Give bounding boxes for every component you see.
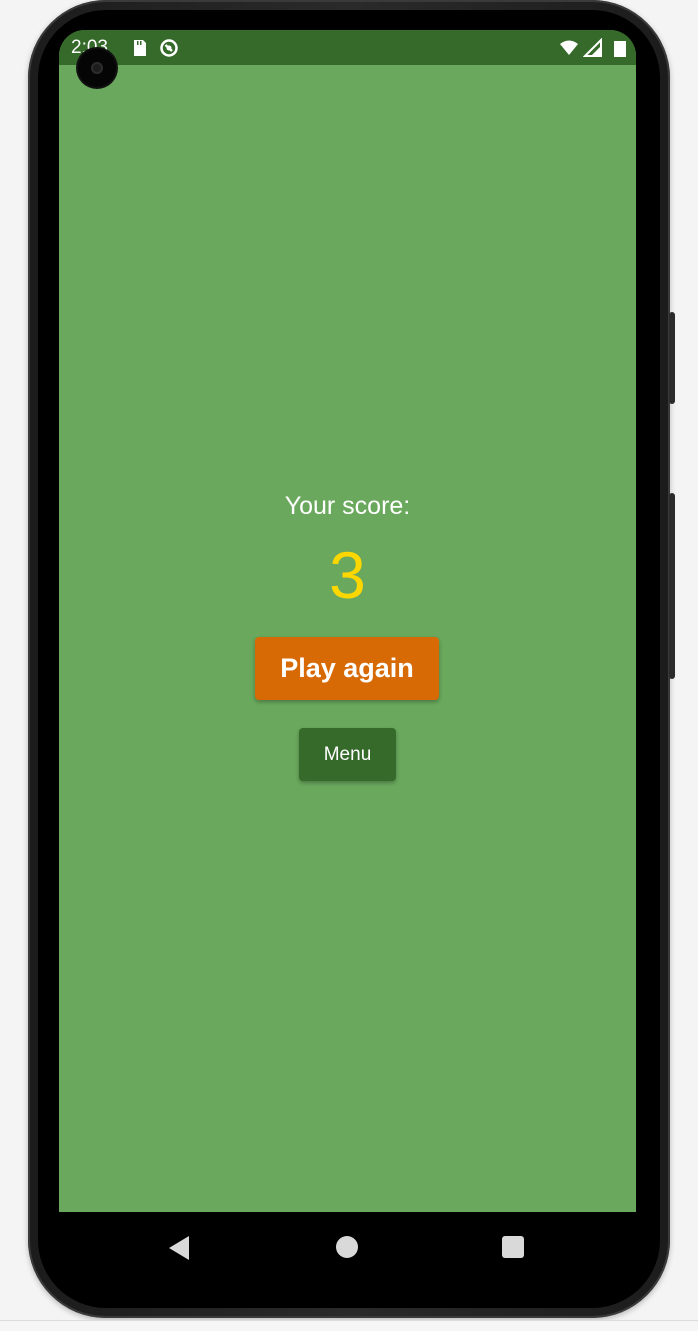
volume-button[interactable] — [669, 312, 675, 404]
app-screen: 2:03 Your score: 3 Play again Menu — [59, 30, 636, 1212]
emulator-stage: 2:03 Your score: 3 Play again Menu — [0, 0, 698, 1331]
power-button[interactable] — [669, 493, 675, 679]
recents-icon[interactable] — [502, 1236, 524, 1258]
home-icon[interactable] — [336, 1236, 358, 1258]
navigation-bar — [59, 1212, 636, 1284]
score-label: Your score: — [284, 492, 411, 520]
back-icon[interactable] — [169, 1236, 189, 1260]
front-camera — [78, 49, 116, 87]
play-again-button[interactable]: Play again — [255, 637, 439, 700]
menu-button[interactable]: Menu — [299, 728, 396, 781]
emulator-bottom-strip — [0, 1320, 698, 1331]
game-over-panel: Your score: 3 Play again Menu — [59, 30, 636, 1212]
score-value: 3 — [329, 538, 366, 612]
